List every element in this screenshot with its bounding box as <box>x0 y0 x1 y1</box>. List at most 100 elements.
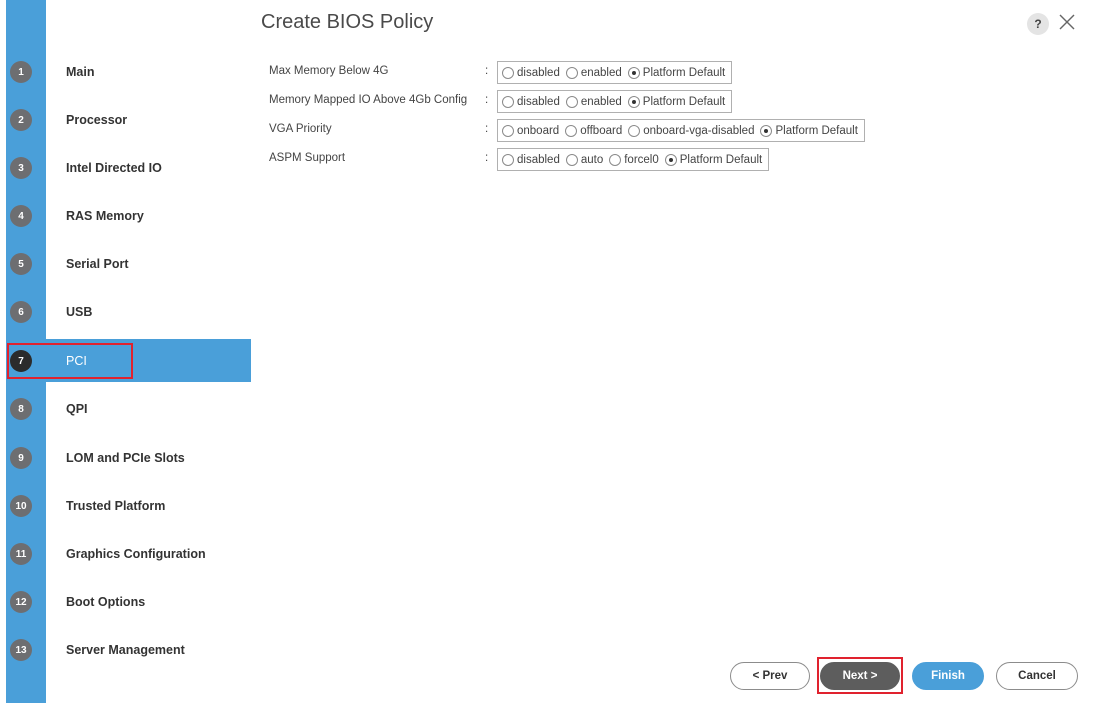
step-label: Trusted Platform <box>66 498 166 513</box>
step-label: Graphics Configuration <box>66 546 206 561</box>
step-number-badge: 2 <box>10 109 32 131</box>
step-main[interactable]: Main <box>46 50 251 93</box>
step-ras-memory[interactable]: RAS Memory <box>46 194 251 237</box>
radio-group: disabled auto forcel0 Platform Default <box>497 148 770 171</box>
step-number-badge: 5 <box>10 253 32 275</box>
step-pci[interactable]: PCI <box>46 339 251 382</box>
radio-option[interactable]: enabled <box>565 66 622 79</box>
step-number-badge: 8 <box>10 398 32 420</box>
step-serial-port[interactable]: Serial Port <box>46 242 251 285</box>
step-boot-options[interactable]: Boot Options <box>46 580 251 623</box>
step-graphics-configuration[interactable]: Graphics Configuration <box>46 532 251 575</box>
radio-button[interactable] <box>502 153 514 166</box>
radio-button-checked[interactable] <box>627 66 640 79</box>
close-icon[interactable] <box>1055 10 1079 34</box>
setting-label: ASPM Support <box>269 152 346 164</box>
step-number-badge: 11 <box>10 543 32 565</box>
radio-button[interactable] <box>609 153 622 166</box>
radio-option[interactable]: onboard <box>502 124 560 137</box>
step-label: RAS Memory <box>66 208 144 223</box>
setting-label: Memory Mapped IO Above 4Gb Config <box>269 94 468 106</box>
step-label: USB <box>66 304 93 319</box>
radio-button[interactable] <box>565 124 578 137</box>
radio-label: forcel0 <box>624 153 659 166</box>
step-qpi[interactable]: QPI <box>46 387 251 430</box>
step-server-management[interactable]: Server Management <box>46 628 251 671</box>
setting-label: VGA Priority <box>269 123 332 135</box>
step-number-badge: 1 <box>10 61 32 83</box>
dialog-main: Create BIOS Policy ? Max Memory Below 4G… <box>251 0 1100 703</box>
setting-colon: : <box>485 123 489 135</box>
step-number-badge: 3 <box>10 157 32 179</box>
step-number-badge: 9 <box>10 447 32 469</box>
radio-label: Platform Default <box>775 124 858 137</box>
radio-option[interactable]: forcel0 <box>609 153 659 166</box>
step-label: Serial Port <box>66 256 129 271</box>
setting-label: Max Memory Below 4G <box>269 65 389 77</box>
radio-group: disabled enabled Platform Default <box>497 90 733 113</box>
step-lom-and-pcie-slots[interactable]: LOM and PCIe Slots <box>46 436 251 479</box>
radio-label: disabled <box>517 95 560 108</box>
next-button[interactable]: Next > <box>820 662 900 690</box>
radio-option[interactable]: disabled <box>502 153 560 166</box>
step-label: PCI <box>66 353 87 368</box>
radio-label: enabled <box>580 95 622 108</box>
page-title: Create BIOS Policy <box>261 11 434 33</box>
radio-option[interactable]: disabled <box>502 95 560 108</box>
step-intel-directed-io[interactable]: Intel Directed IO <box>46 146 251 189</box>
radio-button[interactable] <box>565 66 578 79</box>
step-trusted-platform[interactable]: Trusted Platform <box>46 484 251 527</box>
radio-option-selected[interactable]: Platform Default <box>760 124 858 137</box>
finish-button[interactable]: Finish <box>912 662 984 690</box>
radio-button[interactable] <box>502 95 514 108</box>
step-label: Server Management <box>66 642 185 657</box>
radio-button[interactable] <box>565 95 578 108</box>
help-icon[interactable]: ? <box>1027 13 1049 35</box>
step-label: Intel Directed IO <box>66 160 162 175</box>
radio-button[interactable] <box>502 66 514 79</box>
radio-option-selected[interactable]: Platform Default <box>627 66 725 79</box>
radio-label: enabled <box>580 66 622 79</box>
step-label: Boot Options <box>66 594 146 609</box>
setting-colon: : <box>485 65 489 77</box>
radio-label: disabled <box>517 66 560 79</box>
step-number-badge: 6 <box>10 301 32 323</box>
radio-button[interactable] <box>502 124 514 137</box>
radio-button-checked[interactable] <box>664 153 677 166</box>
radio-option[interactable]: disabled <box>502 66 560 79</box>
step-label: Processor <box>66 112 128 127</box>
radio-button[interactable] <box>628 124 641 137</box>
radio-label: onboard-vga-disabled <box>643 124 755 137</box>
radio-option-selected[interactable]: Platform Default <box>664 153 763 166</box>
radio-option[interactable]: auto <box>565 153 604 166</box>
step-label: QPI <box>66 401 88 416</box>
radio-option[interactable]: enabled <box>565 95 622 108</box>
step-number-badge-active: 7 <box>10 350 32 372</box>
radio-button-checked[interactable] <box>627 95 640 108</box>
step-number-badge: 4 <box>10 205 32 227</box>
step-number-badge: 12 <box>10 591 32 613</box>
step-number-badge: 10 <box>10 495 32 517</box>
radio-option[interactable]: offboard <box>565 124 623 137</box>
step-label: Main <box>66 64 95 79</box>
radio-label: offboard <box>580 124 623 137</box>
prev-button[interactable]: < Prev <box>730 662 810 690</box>
step-usb[interactable]: USB <box>46 290 251 333</box>
radio-button[interactable] <box>565 153 578 166</box>
step-processor[interactable]: Processor <box>46 98 251 141</box>
step-label: LOM and PCIe Slots <box>66 450 185 465</box>
radio-button-checked[interactable] <box>760 124 773 137</box>
setting-colon: : <box>485 94 489 106</box>
radio-label: onboard <box>517 124 560 137</box>
wizard-sidebar: Main Processor Intel Directed IO RAS Mem… <box>46 0 251 703</box>
radio-option-selected[interactable]: Platform Default <box>627 95 726 108</box>
step-number-badge: 13 <box>10 639 32 661</box>
radio-label: disabled <box>517 153 560 166</box>
radio-label: auto <box>580 153 604 166</box>
radio-label: Platform Default <box>642 95 726 108</box>
radio-label: Platform Default <box>679 153 763 166</box>
radio-option[interactable]: onboard-vga-disabled <box>628 124 755 137</box>
cancel-button[interactable]: Cancel <box>996 662 1078 690</box>
setting-colon: : <box>485 152 489 164</box>
radio-group: onboard offboard onboard-vga-disabled Pl… <box>497 119 865 142</box>
